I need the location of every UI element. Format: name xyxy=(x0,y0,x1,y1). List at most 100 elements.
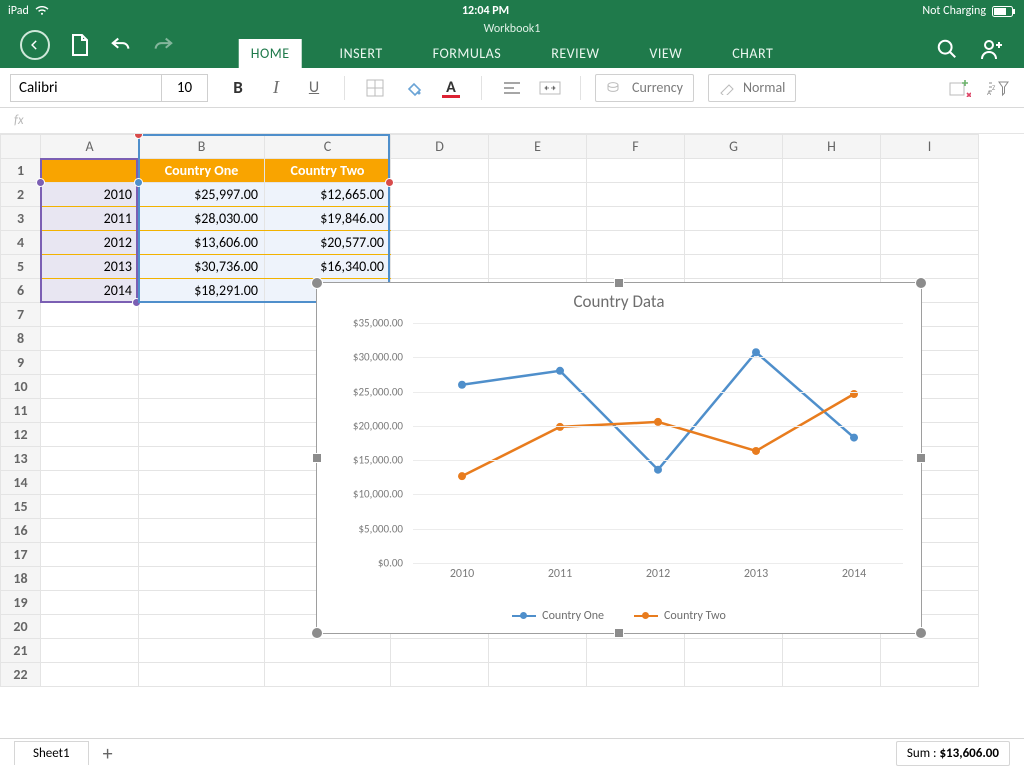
row-header[interactable]: 15 xyxy=(1,495,41,519)
cell[interactable] xyxy=(489,255,587,279)
cell[interactable] xyxy=(489,207,587,231)
cell[interactable] xyxy=(391,663,489,687)
tab-formulas[interactable]: FORMULAS xyxy=(421,39,514,68)
cell[interactable] xyxy=(881,639,979,663)
cell[interactable] xyxy=(587,639,685,663)
borders-button[interactable] xyxy=(359,74,391,102)
chart-resize-handle[interactable] xyxy=(312,453,322,463)
cell[interactable] xyxy=(783,207,881,231)
selection-handle[interactable] xyxy=(385,178,394,187)
row-header[interactable]: 21 xyxy=(1,639,41,663)
cell[interactable] xyxy=(391,231,489,255)
number-format-dropdown[interactable]: Currency xyxy=(595,74,694,102)
column-header[interactable]: A xyxy=(41,135,139,159)
cell[interactable] xyxy=(783,183,881,207)
row-header[interactable]: 19 xyxy=(1,591,41,615)
cell[interactable]: 2013 xyxy=(41,255,139,279)
cell[interactable] xyxy=(685,159,783,183)
select-all-corner[interactable] xyxy=(1,135,41,159)
cell-style-dropdown[interactable]: Normal xyxy=(708,74,796,102)
chart-resize-handle[interactable] xyxy=(614,278,624,288)
undo-icon[interactable] xyxy=(110,35,132,55)
cell[interactable] xyxy=(391,183,489,207)
cell[interactable] xyxy=(139,615,265,639)
cell[interactable] xyxy=(139,423,265,447)
chart-resize-handle[interactable] xyxy=(915,277,927,289)
row-header[interactable]: 12 xyxy=(1,423,41,447)
row-header[interactable]: 16 xyxy=(1,519,41,543)
merge-button[interactable] xyxy=(534,74,566,102)
cell[interactable]: $12,665.00 xyxy=(265,183,391,207)
cell[interactable] xyxy=(881,159,979,183)
cell[interactable] xyxy=(489,183,587,207)
cell[interactable] xyxy=(139,471,265,495)
spreadsheet-grid[interactable]: ABCDEFGHI1Country OneCountry Two22010$25… xyxy=(0,134,1024,738)
chart-resize-handle[interactable] xyxy=(311,627,323,639)
search-icon[interactable] xyxy=(936,38,958,60)
cell[interactable] xyxy=(41,447,139,471)
cell[interactable]: $13,606.00 xyxy=(139,231,265,255)
cell[interactable]: $16,340.00 xyxy=(265,255,391,279)
column-header[interactable]: C xyxy=(265,135,391,159)
row-header[interactable]: 14 xyxy=(1,471,41,495)
row-header[interactable]: 10 xyxy=(1,375,41,399)
cell[interactable] xyxy=(41,327,139,351)
cell[interactable] xyxy=(587,255,685,279)
row-header[interactable]: 17 xyxy=(1,543,41,567)
row-header[interactable]: 11 xyxy=(1,399,41,423)
selection-handle[interactable] xyxy=(132,298,141,307)
file-icon[interactable] xyxy=(70,33,90,57)
cell[interactable] xyxy=(881,183,979,207)
cell[interactable] xyxy=(139,591,265,615)
tab-chart[interactable]: CHART xyxy=(720,39,785,68)
row-header[interactable]: 6 xyxy=(1,279,41,303)
cell[interactable] xyxy=(685,255,783,279)
cell[interactable] xyxy=(391,159,489,183)
selection-handle[interactable] xyxy=(36,178,45,187)
fill-color-button[interactable] xyxy=(397,74,429,102)
cell[interactable] xyxy=(139,495,265,519)
tab-review[interactable]: REVIEW xyxy=(539,39,611,68)
align-button[interactable] xyxy=(496,74,528,102)
row-header[interactable]: 20 xyxy=(1,615,41,639)
cell[interactable] xyxy=(139,327,265,351)
cell[interactable] xyxy=(685,183,783,207)
column-header[interactable]: B xyxy=(139,135,265,159)
cell[interactable] xyxy=(41,399,139,423)
cell[interactable]: 2011 xyxy=(41,207,139,231)
cell[interactable] xyxy=(139,303,265,327)
cell[interactable] xyxy=(783,159,881,183)
cell[interactable] xyxy=(587,663,685,687)
row-header[interactable]: 18 xyxy=(1,567,41,591)
cell[interactable] xyxy=(139,375,265,399)
chart-resize-handle[interactable] xyxy=(614,628,624,638)
cell[interactable] xyxy=(489,231,587,255)
cell[interactable]: $18,291.00 xyxy=(139,279,265,303)
cell[interactable] xyxy=(783,663,881,687)
cell[interactable]: 2014 xyxy=(41,279,139,303)
column-header[interactable]: H xyxy=(783,135,881,159)
cell[interactable]: $19,846.00 xyxy=(265,207,391,231)
cell[interactable] xyxy=(587,159,685,183)
cell[interactable] xyxy=(41,375,139,399)
cell[interactable]: Country One xyxy=(139,159,265,183)
cell[interactable] xyxy=(783,255,881,279)
cell[interactable] xyxy=(685,231,783,255)
sort-filter-button[interactable]: AZ xyxy=(982,74,1014,102)
bold-button[interactable]: B xyxy=(222,74,254,102)
formula-bar[interactable]: fx xyxy=(0,108,1024,134)
column-header[interactable]: F xyxy=(587,135,685,159)
cell[interactable] xyxy=(139,447,265,471)
selection-handle[interactable] xyxy=(134,178,143,187)
cell[interactable] xyxy=(391,207,489,231)
cell[interactable] xyxy=(139,567,265,591)
cell[interactable] xyxy=(41,423,139,447)
chart-resize-handle[interactable] xyxy=(311,277,323,289)
row-header[interactable]: 7 xyxy=(1,303,41,327)
column-header[interactable]: G xyxy=(685,135,783,159)
cell[interactable] xyxy=(587,231,685,255)
column-header[interactable]: D xyxy=(391,135,489,159)
cell[interactable] xyxy=(489,159,587,183)
redo-icon[interactable] xyxy=(152,35,174,55)
cell[interactable] xyxy=(41,567,139,591)
